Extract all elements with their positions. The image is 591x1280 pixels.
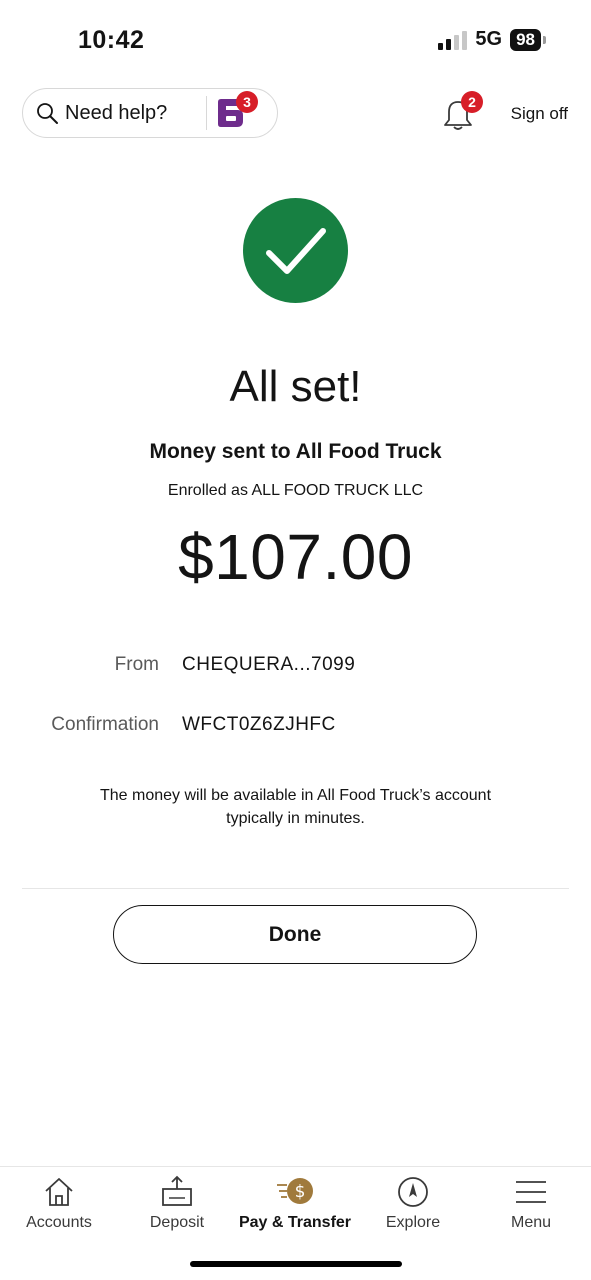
pill-divider xyxy=(206,96,207,130)
network-type: 5G xyxy=(475,28,503,50)
pay-transfer-icon: $ xyxy=(277,1178,313,1204)
detail-value: WFCT0Z6ZJHFC xyxy=(182,714,336,735)
home-icon xyxy=(45,1178,73,1206)
detail-label: Confirmation xyxy=(51,714,159,735)
nav-item-menu[interactable]: Menu xyxy=(472,1167,590,1247)
svg-text:$: $ xyxy=(295,1182,306,1202)
search-icon xyxy=(37,103,58,124)
nav-label: Deposit xyxy=(149,1214,205,1231)
detail-value: CHEQUERA...7099 xyxy=(182,654,356,675)
status-time: 10:42 xyxy=(78,26,145,54)
sent-amount: $107.00 xyxy=(178,521,413,593)
status-bar: 10:42 5G 98 xyxy=(0,0,591,80)
signal-icon xyxy=(438,30,468,50)
nav-label: Explore xyxy=(385,1214,441,1231)
done-button[interactable]: Done xyxy=(113,905,477,964)
fargo-badge: 3 xyxy=(236,91,258,113)
battery-icon: 98 xyxy=(510,28,546,51)
nav-item-deposit[interactable]: Deposit xyxy=(118,1167,236,1247)
page-title: All set! xyxy=(229,362,362,411)
menu-icon xyxy=(516,1181,546,1203)
detail-row-from: From CHEQUERA...7099 xyxy=(0,654,591,684)
need-help-label: Need help? xyxy=(65,101,168,124)
detail-row-confirmation: Confirmation WFCT0Z6ZJHFC xyxy=(0,714,591,744)
sign-off-link[interactable]: Sign off xyxy=(511,104,568,124)
detail-label: From xyxy=(114,654,159,675)
availability-note: The money will be available in All Food … xyxy=(100,787,492,827)
checkmark-icon xyxy=(265,227,326,274)
enrolled-as-text: Enrolled as ALL FOOD TRUCK LLC xyxy=(167,482,424,499)
nav-label: Menu xyxy=(510,1214,552,1231)
recipient-subtitle: Money sent to All Food Truck xyxy=(149,440,442,463)
divider xyxy=(22,888,569,889)
notifications-badge: 2 xyxy=(461,91,483,113)
nav-label: Pay & Transfer xyxy=(238,1214,352,1231)
nav-item-explore[interactable]: Explore xyxy=(354,1167,472,1247)
nav-item-pay-transfer[interactable]: $ Pay & Transfer xyxy=(236,1167,354,1247)
status-indicators: 5G 98 xyxy=(438,28,546,51)
compass-icon xyxy=(398,1177,428,1207)
nav-label: Accounts xyxy=(26,1214,92,1231)
deposit-icon xyxy=(162,1175,192,1206)
header: Need help? 3 2 Sign off xyxy=(0,88,591,142)
home-indicator xyxy=(190,1261,402,1267)
success-check-icon xyxy=(243,198,348,303)
nav-item-accounts[interactable]: Accounts xyxy=(0,1167,118,1247)
